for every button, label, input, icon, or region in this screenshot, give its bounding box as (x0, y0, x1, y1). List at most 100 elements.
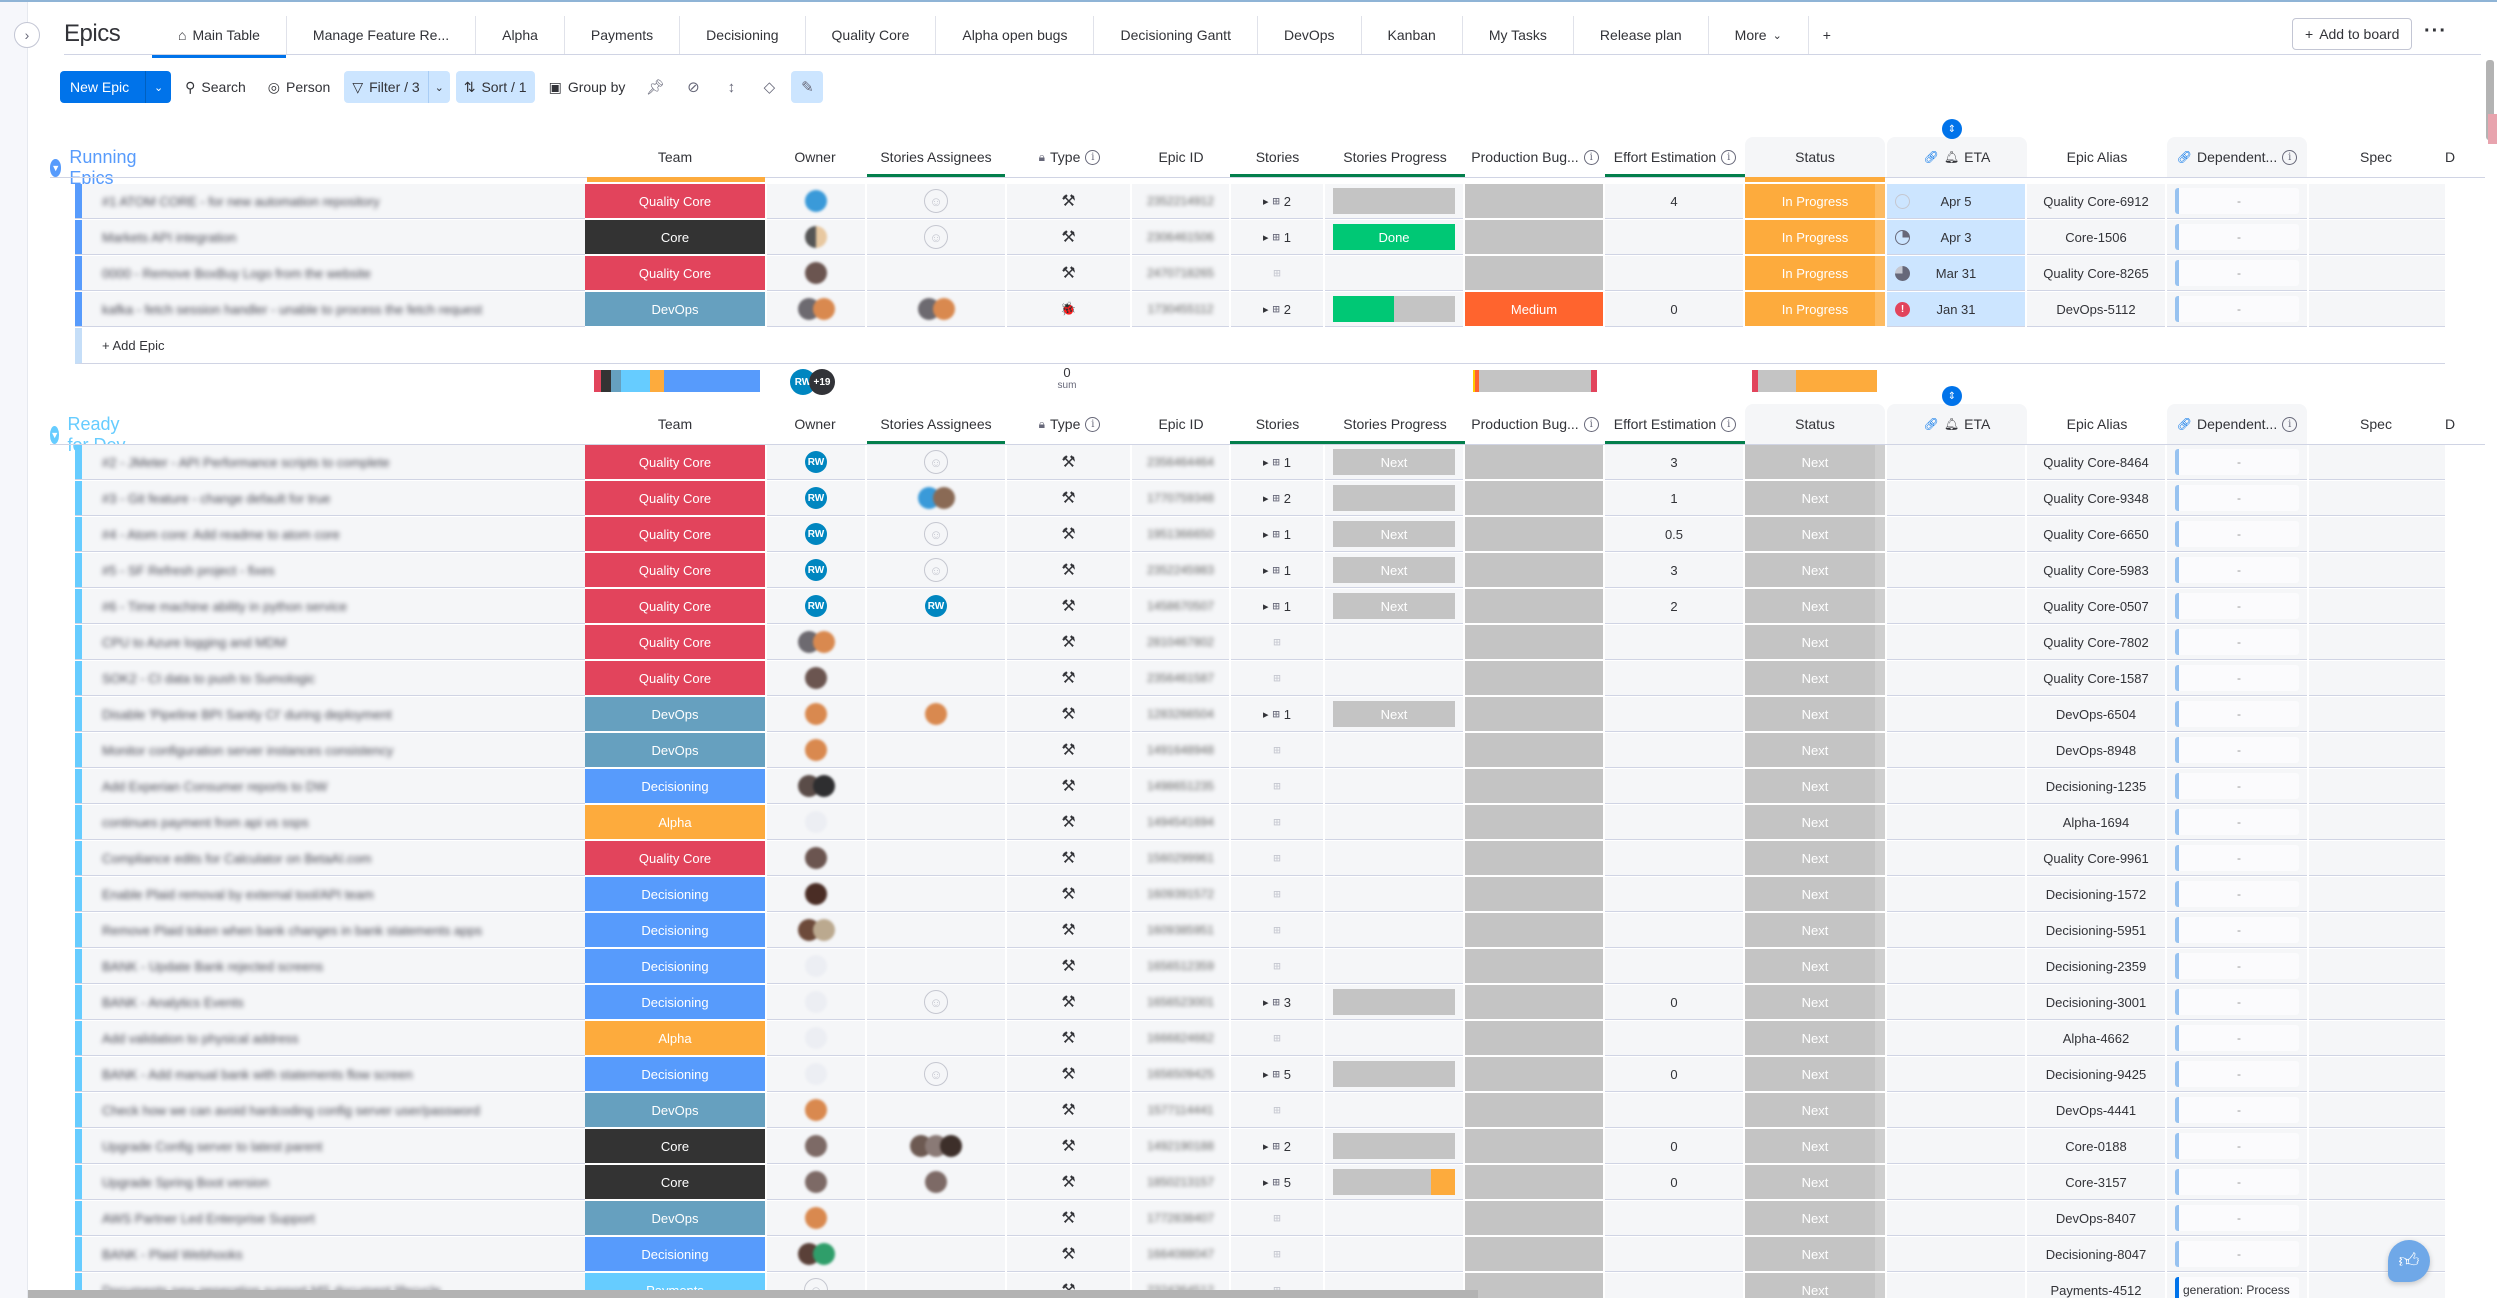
epic-id-cell[interactable]: 1498651235 (1132, 769, 1229, 804)
epic-alias-cell[interactable]: Payments-4512 (2027, 1273, 2165, 1298)
stories-progress-cell[interactable] (1325, 1201, 1463, 1236)
info-icon[interactable]: i (2282, 416, 2298, 432)
stories-progress-cell[interactable] (1325, 184, 1463, 219)
expand-caret-icon[interactable]: ▸ (1263, 600, 1269, 613)
item-name-cell[interactable]: CPU to Azure logging and MDM (82, 625, 570, 660)
item-name-cell[interactable]: #2 - JMeter - API Performance scripts to… (82, 445, 570, 480)
type-cell[interactable]: ⚒ (1007, 661, 1130, 696)
team-cell[interactable]: Quality Core (585, 481, 765, 516)
table-row[interactable]: BANK - Update Bank rejected screens+Deci… (75, 949, 2445, 985)
item-name[interactable]: Upgrade Config server to latest parent (102, 1139, 322, 1154)
avatar[interactable] (812, 775, 835, 797)
tab-quality-core[interactable]: Quality Core (806, 16, 937, 54)
eta-cell[interactable] (1887, 877, 2025, 912)
epic-alias-cell[interactable]: Alpha-4662 (2027, 1021, 2165, 1056)
status-cell[interactable]: Next (1745, 841, 1885, 876)
eta-cell[interactable]: ! Jan 31 (1887, 292, 2025, 327)
status-cell[interactable]: Next (1745, 769, 1885, 804)
effort-estimation-cell[interactable]: 3 (1605, 553, 1743, 588)
table-row[interactable]: AWS Partner Led Enterprise Support1DevOp… (75, 1201, 2445, 1237)
production-bug-cell[interactable] (1465, 805, 1603, 840)
item-name-cell[interactable]: Upgrade Spring Boot version (82, 1165, 570, 1200)
column-header-team[interactable]: Team (585, 137, 765, 177)
expand-caret-icon[interactable]: ▸ (1263, 303, 1269, 316)
team-cell[interactable]: Decisioning (585, 1237, 765, 1272)
status-cell[interactable]: Next (1745, 1273, 1885, 1298)
epic-alias-cell[interactable]: DevOps-8407 (2027, 1201, 2165, 1236)
dependent-cell[interactable]: - (2167, 1129, 2307, 1164)
dependent-value[interactable]: - (2175, 557, 2299, 583)
type-cell[interactable]: ⚒ (1007, 553, 1130, 588)
epic-id-cell[interactable]: 1770759348 (1132, 481, 1229, 516)
item-name[interactable]: Add validation to physical address (102, 1031, 299, 1046)
production-bug-cell[interactable] (1465, 517, 1603, 552)
eta-cell[interactable] (1887, 1273, 2025, 1298)
tab-main-table[interactable]: ⌂ Main Table (152, 16, 287, 58)
type-cell[interactable]: ⚒ (1007, 877, 1130, 912)
stories-assignees-cell[interactable] (867, 877, 1005, 912)
production-bug-cell[interactable] (1465, 1021, 1603, 1056)
stories-progress-cell[interactable] (1325, 256, 1463, 291)
dependent-cell[interactable]: generation: Process (2167, 1273, 2307, 1298)
item-name[interactable]: CPU to Azure logging and MDM (102, 635, 286, 650)
avatar[interactable]: RW (805, 487, 827, 509)
avatar[interactable] (805, 1063, 827, 1085)
owner-cell[interactable] (767, 184, 865, 219)
team-cell[interactable]: Core (585, 1165, 765, 1200)
effort-estimation-cell[interactable]: 0 (1605, 1129, 1743, 1164)
item-name-cell[interactable]: Compliance edits for Calculator on BetaA… (82, 841, 570, 876)
status-cell[interactable]: Next (1745, 985, 1885, 1020)
status-summary-bar[interactable] (1752, 370, 1877, 392)
tab-devops[interactable]: DevOps (1258, 16, 1362, 54)
team-summary-bar[interactable] (594, 370, 760, 392)
stories-cell[interactable]: ▸ ⊞ 2 (1231, 184, 1323, 219)
status-cell[interactable]: In Progress (1745, 292, 1885, 327)
column-header-stories[interactable]: Stories (1230, 404, 1325, 444)
stories-assignees-cell[interactable] (867, 625, 1005, 660)
spec-cell[interactable] (2309, 589, 2445, 624)
avatar[interactable] (925, 1171, 947, 1193)
eta-cell[interactable] (1887, 841, 2025, 876)
effort-estimation-cell[interactable] (1605, 697, 1743, 732)
team-cell[interactable]: Quality Core (585, 184, 765, 219)
dependent-cell[interactable]: - (2167, 841, 2307, 876)
stories-cell[interactable]: ▸ ⊞ 1 (1231, 445, 1323, 480)
item-name[interactable]: Enable Plaid removal by external tool/AP… (102, 887, 374, 902)
type-cell[interactable]: ⚒ (1007, 1093, 1130, 1128)
pin-icon[interactable]: 📌︎ (639, 71, 671, 103)
stories-cell[interactable]: ⊞ (1231, 661, 1323, 696)
epic-id-cell[interactable]: 2352214912 (1132, 184, 1229, 219)
owner-summary[interactable]: RW +19 (790, 369, 835, 395)
avatar-group[interactable] (805, 703, 827, 725)
epic-id-cell[interactable]: 1656523001 (1132, 985, 1229, 1020)
subitems-icon[interactable]: ⊞ (1273, 851, 1280, 865)
epic-alias-cell[interactable]: Decisioning-5951 (2027, 913, 2165, 948)
dependent-cell[interactable]: - (2167, 1093, 2307, 1128)
add-epic-label[interactable]: + Add Epic (102, 338, 165, 353)
effort-estimation-cell[interactable] (1605, 1093, 1743, 1128)
subitems-icon[interactable]: ⊞ (1273, 959, 1280, 973)
stories-progress-cell[interactable] (1325, 769, 1463, 804)
item-name[interactable]: #4 - Atom core: Add readme to atom core (102, 527, 340, 542)
tab-alpha-open-bugs[interactable]: Alpha open bugs (936, 16, 1095, 54)
stories-progress-cell[interactable]: Next (1325, 445, 1463, 480)
epic-id-cell[interactable]: 1492190188 (1132, 1129, 1229, 1164)
empty-person-icon[interactable]: ☺︎ (924, 558, 948, 582)
feedback-thumbs-up-icon[interactable]: 👍︎ (2388, 1240, 2430, 1282)
avatar-group[interactable]: ☺︎ (924, 225, 948, 249)
item-name-cell[interactable]: #1 ATOM CORE - for new automation reposi… (82, 184, 570, 219)
expand-caret-icon[interactable]: ▸ (1263, 564, 1269, 577)
dependent-cell[interactable]: - (2167, 589, 2307, 624)
effort-estimation-cell[interactable] (1605, 220, 1743, 255)
production-bug-cell[interactable] (1465, 949, 1603, 984)
eta-cell[interactable] (1887, 769, 2025, 804)
type-cell[interactable]: ⚒ (1007, 985, 1130, 1020)
empty-person-icon[interactable]: ☺︎ (924, 225, 948, 249)
dependent-value[interactable]: generation: Process (2175, 1277, 2299, 1298)
column-header-d[interactable]: D (2445, 404, 2485, 444)
stories-cell[interactable]: ▸ ⊞ 2 (1231, 292, 1323, 327)
status-cell[interactable]: Next (1745, 697, 1885, 732)
effort-estimation-cell[interactable] (1605, 256, 1743, 291)
column-header-type[interactable]: 🔒︎ Type i (1007, 137, 1132, 177)
expand-caret-icon[interactable]: ▸ (1263, 528, 1269, 541)
